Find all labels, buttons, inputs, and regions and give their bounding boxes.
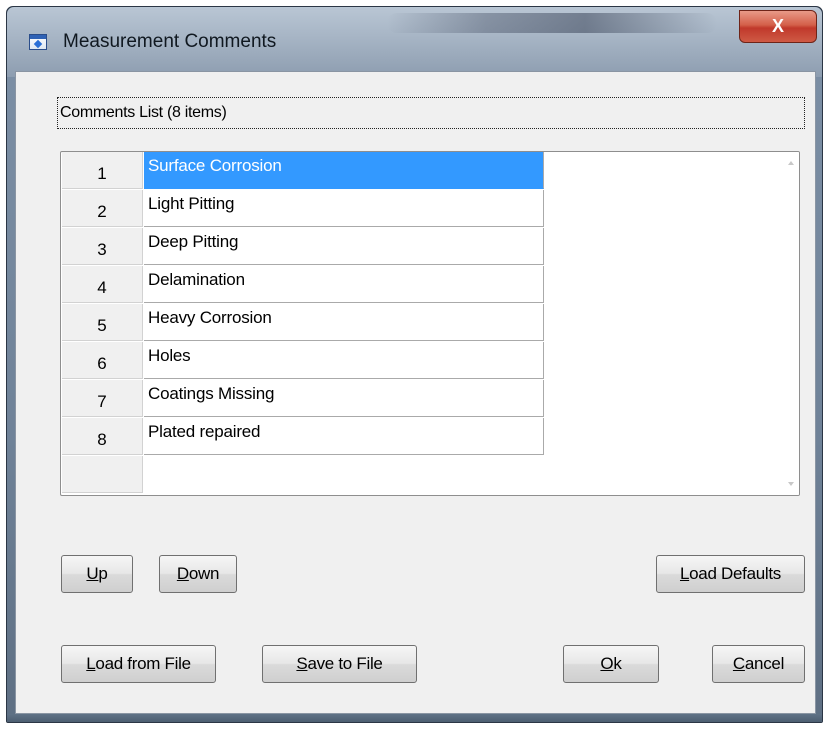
app-icon-gem	[33, 39, 43, 49]
row-header[interactable]: 8	[62, 418, 143, 455]
save-to-file-accel: S	[296, 654, 308, 673]
down-button[interactable]: Down	[159, 555, 237, 593]
table-row[interactable]: 7 Coatings Missing	[62, 380, 562, 418]
table-row[interactable]: 6 Holes	[62, 342, 562, 380]
table-row[interactable]: 8 Plated repaired	[62, 418, 562, 456]
comment-cell-selected[interactable]: Surface Corrosion	[144, 152, 544, 189]
up-button-label: p	[98, 564, 108, 583]
load-defaults-accel: L	[679, 564, 690, 583]
ok-button[interactable]: Ok	[563, 645, 659, 683]
close-icon: X	[771, 16, 784, 36]
comment-cell[interactable]: Heavy Corrosion	[144, 304, 544, 341]
down-button-accel: D	[176, 564, 189, 583]
load-defaults-label: oad Defaults	[689, 564, 781, 583]
dialog-client-area: Comments List (8 items) 1 Surface Corros…	[15, 71, 816, 714]
cancel-button-accel: C	[732, 654, 745, 673]
comment-cell[interactable]: Delamination	[144, 266, 544, 303]
down-button-label: own	[188, 564, 220, 583]
close-button[interactable]: X	[739, 10, 817, 43]
comment-cell[interactable]: Deep Pitting	[144, 228, 544, 265]
vertical-scrollbar[interactable]	[782, 152, 799, 495]
row-header[interactable]: 4	[62, 266, 143, 303]
table-row[interactable]: 2 Light Pitting	[62, 190, 562, 228]
up-button[interactable]: Up	[61, 555, 133, 593]
title-bar[interactable]: Measurement Comments X	[7, 7, 822, 77]
title-bar-glare	[387, 13, 717, 33]
row-header[interactable]: 3	[62, 228, 143, 265]
table-row[interactable]: 3 Deep Pitting	[62, 228, 562, 266]
table-row[interactable]: 5 Heavy Corrosion	[62, 304, 562, 342]
measurement-comments-window: Measurement Comments X Comments List (8 …	[6, 6, 823, 723]
table-row[interactable]: 1 Surface Corrosion	[62, 152, 562, 190]
load-from-file-label: oad from File	[95, 654, 191, 673]
row-header[interactable]: 2	[62, 190, 143, 227]
ok-button-accel: O	[600, 654, 614, 673]
comments-list-label: Comments List (8 items)	[57, 97, 805, 129]
save-to-file-button[interactable]: Save to File	[262, 645, 417, 683]
window-bottom-frame	[7, 714, 822, 722]
new-row[interactable]	[62, 456, 562, 494]
comment-cell[interactable]: Plated repaired	[144, 418, 544, 455]
load-defaults-button[interactable]: Load Defaults	[656, 555, 805, 593]
app-icon-bar	[30, 35, 46, 39]
app-icon[interactable]	[29, 34, 47, 50]
comments-grid[interactable]: 1 Surface Corrosion 2 Light Pitting 3 De…	[60, 151, 800, 496]
cancel-button-label: ancel	[744, 654, 785, 673]
up-button-accel: U	[86, 564, 99, 583]
row-header[interactable]: 5	[62, 304, 143, 341]
comment-cell[interactable]: Holes	[144, 342, 544, 379]
row-header[interactable]: 7	[62, 380, 143, 417]
row-header[interactable]: 6	[62, 342, 143, 379]
comment-cell[interactable]: Light Pitting	[144, 190, 544, 227]
row-header-new[interactable]	[62, 456, 143, 493]
comment-cell[interactable]: Coatings Missing	[144, 380, 544, 417]
cancel-button[interactable]: Cancel	[712, 645, 805, 683]
table-row[interactable]: 4 Delamination	[62, 266, 562, 304]
comment-cell-new[interactable]	[144, 456, 544, 493]
load-from-file-button[interactable]: Load from File	[61, 645, 216, 683]
scroll-down-icon[interactable]	[788, 482, 794, 486]
ok-button-label: k	[613, 654, 622, 673]
scroll-up-icon[interactable]	[788, 161, 794, 165]
row-header[interactable]: 1	[62, 152, 143, 189]
save-to-file-label: ave to File	[307, 654, 383, 673]
window-title: Measurement Comments	[63, 31, 277, 52]
